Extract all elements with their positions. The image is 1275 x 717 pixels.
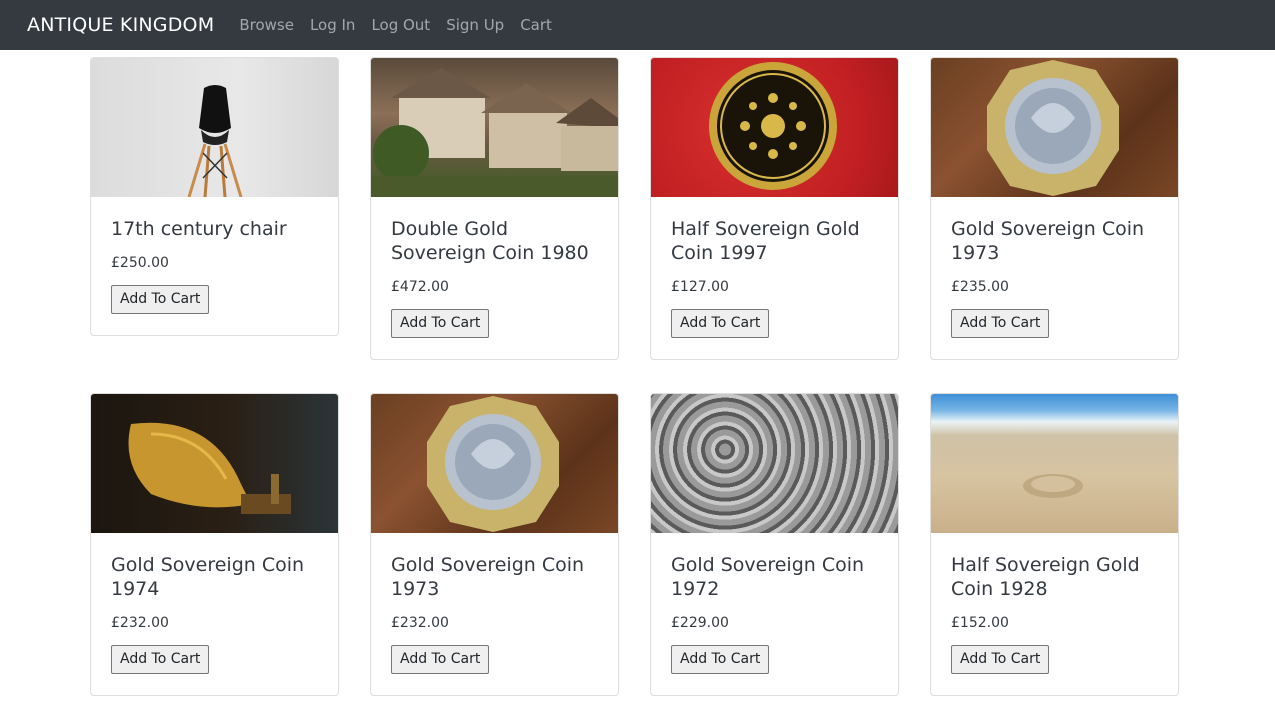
- card-body: Half Sovereign Gold Coin 1997 £127.00 Ad…: [651, 197, 898, 359]
- card-body: Double Gold Sovereign Coin 1980 £472.00 …: [371, 197, 618, 359]
- chair-photo[interactable]: [91, 58, 338, 197]
- product-title[interactable]: 17th century chair: [111, 217, 318, 241]
- nav-log-out[interactable]: Log Out: [371, 16, 430, 34]
- brand-logo[interactable]: ANTIQUE KINGDOM: [27, 14, 214, 36]
- product-title[interactable]: Gold Sovereign Coin 1973: [391, 553, 598, 601]
- pound-coin-on-wood-photo[interactable]: [371, 394, 618, 533]
- top-navbar: ANTIQUE KINGDOM Browse Log In Log Out Si…: [0, 0, 1275, 50]
- village-cottages-photo[interactable]: [371, 58, 618, 197]
- product-card: Gold Sovereign Coin 1973 £232.00 Add To …: [370, 393, 619, 696]
- product-row: Gold Sovereign Coin 1974 £232.00 Add To …: [90, 393, 1180, 696]
- gramophone-horn-photo[interactable]: [91, 394, 338, 533]
- gramophone-illustration: [128, 422, 291, 514]
- product-card: Gold Sovereign Coin 1974 £232.00 Add To …: [90, 393, 339, 696]
- product-card: Gold Sovereign Coin 1973 £235.00 Add To …: [930, 57, 1179, 360]
- card-body: Gold Sovereign Coin 1973 £232.00 Add To …: [371, 533, 618, 695]
- product-card: 17th century chair £250.00 Add To Cart: [90, 57, 339, 336]
- product-card: Double Gold Sovereign Coin 1980 £472.00 …: [370, 57, 619, 360]
- add-to-cart-button[interactable]: Add To Cart: [671, 309, 770, 338]
- chair-illustration: [187, 85, 243, 197]
- product-card: Half Sovereign Gold Coin 1928 £152.00 Ad…: [930, 393, 1179, 696]
- gold-coin-illustration: [709, 62, 837, 190]
- product-row: 17th century chair £250.00 Add To Cart D…: [90, 57, 1180, 360]
- product-card: Gold Sovereign Coin 1972 £229.00 Add To …: [650, 393, 899, 696]
- product-price: £232.00: [111, 615, 169, 631]
- product-title[interactable]: Half Sovereign Gold Coin 1997: [671, 217, 878, 265]
- add-to-cart-button[interactable]: Add To Cart: [111, 645, 210, 674]
- nav-browse[interactable]: Browse: [239, 16, 294, 34]
- product-title[interactable]: Gold Sovereign Coin 1972: [671, 553, 878, 601]
- product-price: £127.00: [671, 279, 729, 295]
- coin-on-beach-photo[interactable]: [931, 394, 1178, 533]
- product-title[interactable]: Gold Sovereign Coin 1974: [111, 553, 318, 601]
- card-body: Gold Sovereign Coin 1972 £229.00 Add To …: [651, 533, 898, 695]
- product-price: £152.00: [951, 615, 1009, 631]
- add-to-cart-button[interactable]: Add To Cart: [671, 645, 770, 674]
- product-title[interactable]: Gold Sovereign Coin 1973: [951, 217, 1158, 265]
- card-body: Gold Sovereign Coin 1973 £235.00 Add To …: [931, 197, 1178, 359]
- card-body: Gold Sovereign Coin 1974 £232.00 Add To …: [91, 533, 338, 695]
- nav-sign-up[interactable]: Sign Up: [446, 16, 504, 34]
- pound-coin-on-wood-photo[interactable]: [931, 58, 1178, 197]
- product-price: £472.00: [391, 279, 449, 295]
- add-to-cart-button[interactable]: Add To Cart: [391, 645, 490, 674]
- pound-coin-illustration: [987, 60, 1119, 196]
- silver-coins-pile-photo[interactable]: [651, 394, 898, 533]
- product-price: £235.00: [951, 279, 1009, 295]
- add-to-cart-button[interactable]: Add To Cart: [111, 285, 210, 314]
- nav-cart[interactable]: Cart: [520, 16, 552, 34]
- card-body: 17th century chair £250.00 Add To Cart: [91, 197, 338, 335]
- product-title[interactable]: Half Sovereign Gold Coin 1928: [951, 553, 1158, 601]
- card-body: Half Sovereign Gold Coin 1928 £152.00 Ad…: [931, 533, 1178, 695]
- product-title[interactable]: Double Gold Sovereign Coin 1980: [391, 217, 598, 265]
- gold-coin-on-red-photo[interactable]: [651, 58, 898, 197]
- product-grid: 17th century chair £250.00 Add To Cart D…: [90, 57, 1180, 696]
- village-illustration: [371, 68, 618, 197]
- add-to-cart-button[interactable]: Add To Cart: [951, 309, 1050, 338]
- add-to-cart-button[interactable]: Add To Cart: [391, 309, 490, 338]
- product-price: £250.00: [111, 255, 169, 271]
- beach-coin-illustration: [1023, 474, 1083, 498]
- product-card: Half Sovereign Gold Coin 1997 £127.00 Ad…: [650, 57, 899, 360]
- product-price: £232.00: [391, 615, 449, 631]
- nav-log-in[interactable]: Log In: [310, 16, 356, 34]
- pound-coin-illustration: [427, 396, 559, 532]
- add-to-cart-button[interactable]: Add To Cart: [951, 645, 1050, 674]
- product-price: £229.00: [671, 615, 729, 631]
